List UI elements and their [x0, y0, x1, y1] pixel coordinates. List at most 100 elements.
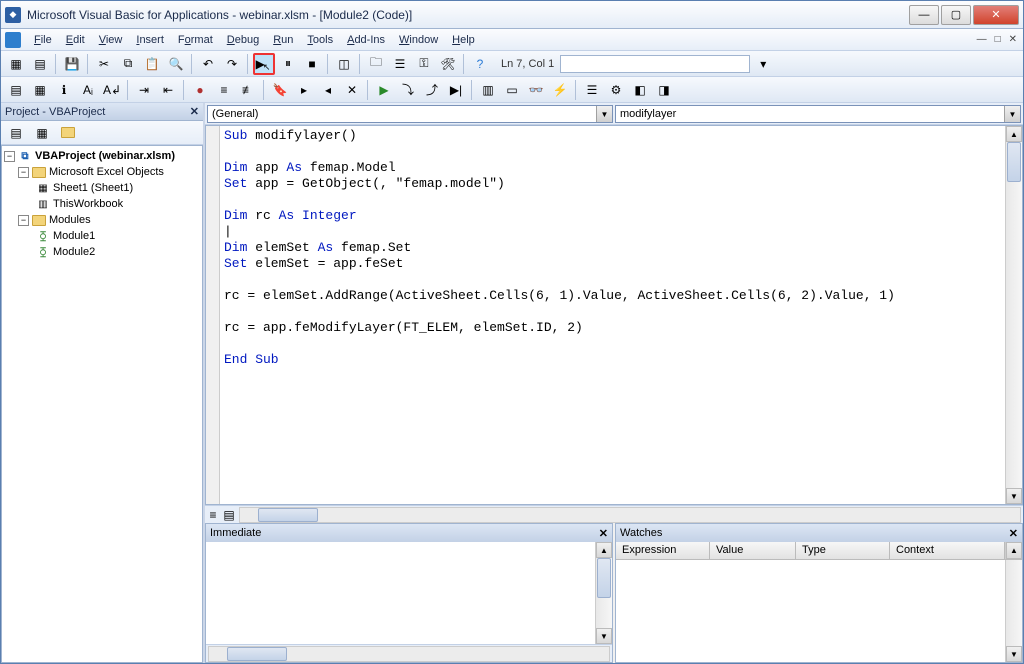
- scroll-thumb[interactable]: [1007, 142, 1021, 182]
- menu-file[interactable]: File: [27, 32, 59, 48]
- project-pane-title[interactable]: Project - VBAProject ✕: [1, 103, 203, 121]
- procedure-view-icon[interactable]: ≡: [205, 507, 221, 523]
- paste-icon[interactable]: 📋: [141, 53, 163, 75]
- position-combo[interactable]: [560, 55, 750, 73]
- scroll-up-icon[interactable]: ▲: [1006, 542, 1022, 559]
- tree-module2[interactable]: ⧲ Module2: [2, 244, 202, 260]
- immediate-title[interactable]: Immediate ✕: [206, 524, 612, 542]
- immediate-close-icon[interactable]: ✕: [599, 527, 608, 540]
- scroll-down-icon[interactable]: ▼: [596, 628, 612, 644]
- call-stack-icon[interactable]: ☰: [581, 79, 603, 101]
- hscroll-thumb[interactable]: [258, 508, 318, 522]
- titlebar[interactable]: ◆ Microsoft Visual Basic for Application…: [1, 1, 1023, 29]
- menu-run[interactable]: Run: [266, 32, 300, 48]
- quick-watch-icon[interactable]: ⚡: [549, 79, 571, 101]
- save-icon[interactable]: 💾: [61, 53, 83, 75]
- menu-window[interactable]: Window: [392, 32, 445, 48]
- step-out-icon[interactable]: ⤴: [421, 79, 443, 101]
- compile-icon[interactable]: ⚙: [605, 79, 627, 101]
- run-sub-button[interactable]: ▶↖: [253, 53, 275, 75]
- full-module-view-icon[interactable]: ▤: [221, 507, 237, 523]
- undo-icon[interactable]: ↶: [197, 53, 219, 75]
- view-code-icon[interactable]: ▤: [5, 123, 27, 143]
- view-object-icon[interactable]: ▦: [31, 123, 53, 143]
- tree-module1[interactable]: ⧲ Module1: [2, 228, 202, 244]
- properties-icon[interactable]: ☰: [389, 53, 411, 75]
- hscroll-thumb[interactable]: [227, 647, 287, 661]
- maximize-button[interactable]: ▢: [941, 5, 971, 25]
- immediate-icon[interactable]: ▭: [501, 79, 523, 101]
- uncomment-icon[interactable]: ≢: [237, 79, 259, 101]
- list-properties-icon[interactable]: ▤: [5, 79, 27, 101]
- tb-extra1-icon[interactable]: ◧: [629, 79, 651, 101]
- next-bookmark-icon[interactable]: ▸: [293, 79, 315, 101]
- mdi-restore[interactable]: □: [995, 34, 1001, 45]
- menu-debug[interactable]: Debug: [220, 32, 266, 48]
- combo-dropdown-icon[interactable]: ▾: [752, 53, 774, 75]
- code-hscroll[interactable]: [239, 507, 1021, 523]
- help-icon[interactable]: ?: [469, 53, 491, 75]
- mdi-minimize[interactable]: —: [977, 34, 987, 45]
- project-explorer-icon[interactable]: 🗀: [365, 53, 387, 75]
- toolbox-icon[interactable]: 🛠: [437, 53, 459, 75]
- view-excel-icon[interactable]: ▦: [5, 53, 27, 75]
- watches-body[interactable]: Expression Value Type Context ▲ ▼: [616, 542, 1022, 662]
- code-text[interactable]: Sub modifylayer() Dim app As femap.Model…: [220, 126, 1005, 504]
- excel-icon[interactable]: [5, 32, 21, 48]
- collapse-icon[interactable]: −: [18, 167, 29, 178]
- insert-module-icon[interactable]: ▤: [29, 53, 51, 75]
- project-pane-close-icon[interactable]: ✕: [190, 105, 199, 118]
- scroll-thumb[interactable]: [597, 558, 611, 598]
- code-editor[interactable]: Sub modifylayer() Dim app As femap.Model…: [205, 125, 1023, 505]
- scroll-up-icon[interactable]: ▲: [596, 542, 612, 558]
- locals-icon[interactable]: ▥: [477, 79, 499, 101]
- tb-extra2-icon[interactable]: ◨: [653, 79, 675, 101]
- list-constants-icon[interactable]: ▦: [29, 79, 51, 101]
- immediate-body[interactable]: ▲ ▼: [206, 542, 612, 644]
- menu-addins[interactable]: Add-Ins: [340, 32, 392, 48]
- redo-icon[interactable]: ↷: [221, 53, 243, 75]
- object-combo[interactable]: (General) ▼: [207, 105, 613, 123]
- scroll-up-icon[interactable]: ▲: [1006, 126, 1022, 142]
- watch-col-value[interactable]: Value: [710, 542, 796, 559]
- tree-thisworkbook[interactable]: ▥ ThisWorkbook: [2, 196, 202, 212]
- run-to-cursor-icon[interactable]: ▶|: [445, 79, 467, 101]
- parameter-info-icon[interactable]: Aᵢ: [77, 79, 99, 101]
- mdi-close[interactable]: ✕: [1009, 34, 1017, 45]
- step-over-icon[interactable]: ⤵: [397, 79, 419, 101]
- tree-root[interactable]: − ⧉ VBAProject (webinar.xlsm): [2, 148, 202, 164]
- watches-title[interactable]: Watches ✕: [616, 524, 1022, 542]
- clear-bookmarks-icon[interactable]: ✕: [341, 79, 363, 101]
- dropdown-icon[interactable]: ▼: [1004, 106, 1020, 122]
- project-tree[interactable]: − ⧉ VBAProject (webinar.xlsm) − Microsof…: [1, 145, 203, 663]
- close-button[interactable]: ✕: [973, 5, 1019, 25]
- watch-col-expression[interactable]: Expression: [616, 542, 710, 559]
- scroll-down-icon[interactable]: ▼: [1006, 488, 1022, 504]
- menu-view[interactable]: View: [92, 32, 130, 48]
- immediate-hscroll[interactable]: [208, 646, 610, 662]
- watch-col-context[interactable]: Context: [890, 542, 1005, 559]
- menu-insert[interactable]: Insert: [129, 32, 171, 48]
- break-icon[interactable]: ⏸: [277, 53, 299, 75]
- menu-help[interactable]: Help: [445, 32, 482, 48]
- design-mode-icon[interactable]: ◫: [333, 53, 355, 75]
- collapse-icon[interactable]: −: [4, 151, 15, 162]
- bookmark-icon[interactable]: 🔖: [269, 79, 291, 101]
- comment-icon[interactable]: ≡: [213, 79, 235, 101]
- step-into-icon[interactable]: ▶: [373, 79, 395, 101]
- watches-close-icon[interactable]: ✕: [1009, 527, 1018, 540]
- quick-info-icon[interactable]: ℹ: [53, 79, 75, 101]
- menu-tools[interactable]: Tools: [300, 32, 340, 48]
- watches-vscroll-body[interactable]: ▼: [1005, 560, 1022, 662]
- prev-bookmark-icon[interactable]: ◂: [317, 79, 339, 101]
- reset-icon[interactable]: ■: [301, 53, 323, 75]
- code-vscroll[interactable]: ▲ ▼: [1005, 126, 1022, 504]
- find-icon[interactable]: 🔍: [165, 53, 187, 75]
- code-margin[interactable]: [206, 126, 220, 504]
- menu-edit[interactable]: Edit: [59, 32, 92, 48]
- watches-vscroll[interactable]: ▲: [1005, 542, 1022, 559]
- cut-icon[interactable]: ✂: [93, 53, 115, 75]
- immediate-vscroll[interactable]: ▲ ▼: [595, 542, 612, 644]
- indent-icon[interactable]: ⇥: [133, 79, 155, 101]
- procedure-combo[interactable]: modifylayer ▼: [615, 105, 1021, 123]
